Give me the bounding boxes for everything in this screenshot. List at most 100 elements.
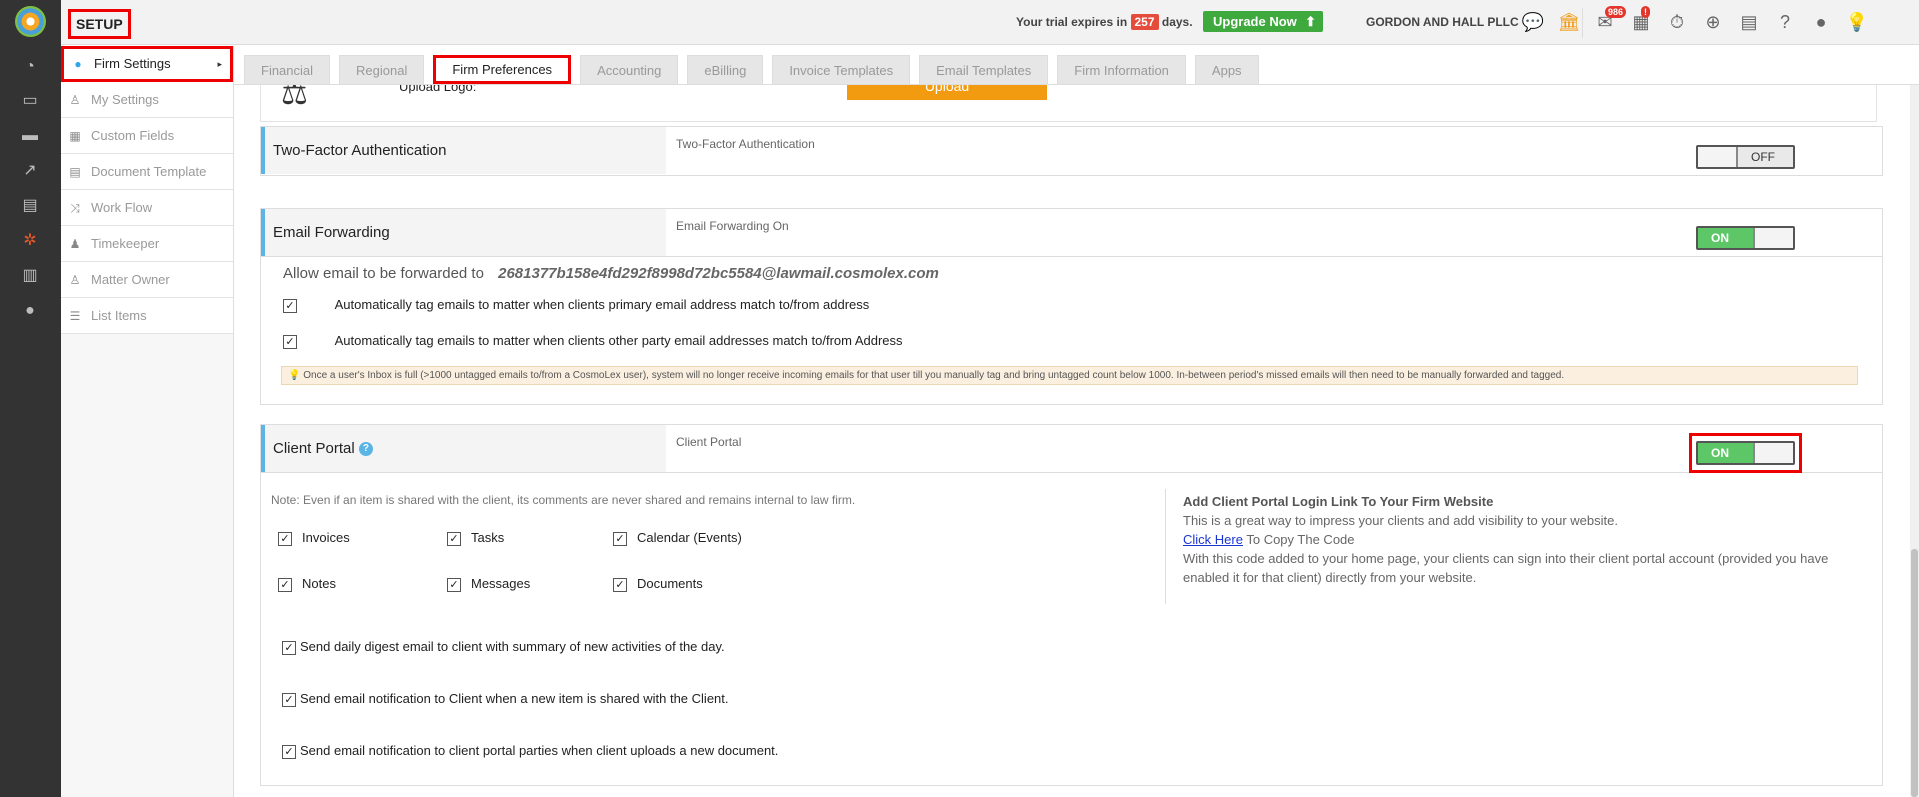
bank-icon[interactable]: 🏛 xyxy=(1555,10,1583,34)
checkbox-calendar[interactable]: ✓ xyxy=(613,531,627,546)
add-circle-icon[interactable]: ⊕ xyxy=(1699,10,1727,34)
two-factor-title: Two-Factor Authentication xyxy=(261,127,666,174)
share-label: Notes xyxy=(302,576,336,591)
portal-link-line2: With this code added to your home page, … xyxy=(1183,551,1829,585)
toggle-knob xyxy=(1698,147,1738,167)
copy-code-link[interactable]: Click Here xyxy=(1183,532,1243,547)
email-forwarding-header: Email Forwarding Email Forwarding On ON xyxy=(261,209,1882,257)
calendar-icon[interactable]: ▦! xyxy=(1627,6,1655,34)
tab-accounting[interactable]: Accounting xyxy=(580,55,679,84)
mail-icon[interactable]: ✉ 986 xyxy=(1591,6,1627,34)
portal-link-heading: Add Client Portal Login Link To Your Fir… xyxy=(1183,494,1494,509)
document-icon: ▤ xyxy=(69,165,81,179)
checkbox-messages[interactable]: ✓ xyxy=(447,577,461,592)
checkbox-daily-digest[interactable]: ✓ xyxy=(282,640,296,655)
trial-days-badge: 257 xyxy=(1130,14,1159,30)
trial-prefix: Your trial expires in xyxy=(1016,15,1128,29)
sidebar-item-document-template[interactable]: ▤ Document Template xyxy=(61,154,233,190)
tab-firm-information[interactable]: Firm Information xyxy=(1057,55,1186,84)
folder-icon[interactable]: ▭ xyxy=(20,91,40,111)
upload-button[interactable]: Upload xyxy=(847,85,1047,100)
copy-code-suffix: To Copy The Code xyxy=(1242,532,1355,547)
sidebar-item-label: Matter Owner xyxy=(91,272,170,287)
calendar-alert-badge: ! xyxy=(1641,6,1650,18)
lightbulb-icon[interactable]: 💡 xyxy=(1843,10,1871,34)
tab-invoice-templates[interactable]: Invoice Templates xyxy=(772,55,911,84)
option-label: Send email notification to Client when a… xyxy=(300,691,729,706)
sidebar-item-list-items[interactable]: ☰ List Items xyxy=(61,298,233,334)
shuffle-icon: ⤨ xyxy=(70,201,80,215)
upgrade-label: Upgrade Now xyxy=(1213,14,1297,29)
checkbox-tasks[interactable]: ✓ xyxy=(447,531,461,546)
tab-email-templates[interactable]: Email Templates xyxy=(919,55,1049,84)
gears-icon[interactable]: ✲ xyxy=(20,231,40,251)
checkbox-other-party-email[interactable]: ✓ xyxy=(283,334,297,349)
two-factor-desc: Two-Factor Authentication xyxy=(676,137,815,151)
highlight-box xyxy=(1689,433,1802,473)
firm-preferences-content: ⚖ Upload Logo: Upload Two-Factor Authent… xyxy=(234,85,1919,797)
user-icon[interactable]: ● xyxy=(20,301,40,321)
checkbox-primary-email[interactable]: ✓ xyxy=(283,298,297,313)
option-primary-email: ✓ Automatically tag emails to matter whe… xyxy=(283,297,869,313)
book-icon[interactable]: ▤ xyxy=(20,196,40,216)
client-portal-title: Client Portal xyxy=(273,440,355,457)
scrollbar-thumb[interactable] xyxy=(1911,549,1918,797)
checkbox-notes[interactable]: ✓ xyxy=(278,577,292,592)
help-icon[interactable]: ? xyxy=(358,442,373,457)
forward-label: Allow email to be forwarded to xyxy=(283,265,484,282)
tab-firm-preferences[interactable]: Firm Preferences xyxy=(433,55,572,84)
upgrade-now-button[interactable]: Upgrade Now ⬆ xyxy=(1203,11,1323,32)
chart-line-icon[interactable]: ↗ xyxy=(20,161,40,181)
checkbox-invoices[interactable]: ✓ xyxy=(278,531,292,546)
chat-icon[interactable]: 💬 xyxy=(1519,10,1547,34)
sidebar-item-firm-settings[interactable]: ● Firm Settings ▸ xyxy=(61,46,233,82)
share-label: Tasks xyxy=(471,530,505,545)
option-upload-notify: ✓ Send email notification to client porta… xyxy=(282,743,778,759)
header-icons: 💬 🏛 ✉ 986 ▦! ⏱ ⊕ ▤ ? ● 💡 xyxy=(1519,6,1871,36)
upload-logo-label: Upload Logo: xyxy=(399,85,477,94)
checkbox-upload-notify[interactable]: ✓ xyxy=(282,744,296,759)
share-label: Calendar (Events) xyxy=(637,530,742,545)
option-label: Send email notification to client portal… xyxy=(300,743,779,758)
column-divider xyxy=(1165,489,1166,604)
sidebar-item-label: Firm Settings xyxy=(94,56,171,71)
sidebar-item-my-settings[interactable]: ♙ My Settings xyxy=(61,82,233,118)
user-icon: ♙ xyxy=(69,273,81,287)
sidebar-item-timekeeper[interactable]: ♟ Timekeeper xyxy=(61,226,233,262)
sidebar-item-matter-owner[interactable]: ♙ Matter Owner xyxy=(61,262,233,298)
share-notes: ✓ Notes xyxy=(278,576,336,592)
grid-icon: ▦ xyxy=(69,129,81,143)
dashboard-icon[interactable]: ◔ xyxy=(20,57,40,77)
two-factor-toggle[interactable]: OFF xyxy=(1696,145,1795,169)
help-icon[interactable]: ? xyxy=(1771,10,1799,34)
tab-financial[interactable]: Financial xyxy=(244,55,331,84)
portal-link-row: Click Here To Copy The Code xyxy=(1183,530,1873,549)
app-leftbar: ◔ ▭ ▬ ↗ ▤ ✲ ▥ ● xyxy=(0,0,61,797)
tab-apps[interactable]: Apps xyxy=(1194,55,1259,84)
checkbox-documents[interactable]: ✓ xyxy=(613,577,627,592)
sidebar-item-label: Work Flow xyxy=(91,200,153,215)
portal-link-info: Add Client Portal Login Link To Your Fir… xyxy=(1183,492,1873,587)
sidebar-item-custom-fields[interactable]: ▦ Custom Fields xyxy=(61,118,233,154)
share-label: Messages xyxy=(471,576,531,591)
toggle-knob xyxy=(1753,228,1793,248)
caret-right-icon: ▸ xyxy=(217,59,222,69)
sidebar-item-work-flow[interactable]: ⤨ Work Flow xyxy=(61,190,233,226)
forward-address-line: Allow email to be forwarded to 2681377b1… xyxy=(283,265,939,282)
checkbox-item-shared-notify[interactable]: ✓ xyxy=(282,692,296,707)
sidebar-item-label: Timekeeper xyxy=(91,236,160,251)
laptop-icon[interactable]: ▬ xyxy=(20,126,40,146)
stopwatch-icon[interactable]: ⏱ xyxy=(1663,10,1691,34)
upload-logo-row: ⚖ Upload Logo: Upload xyxy=(260,85,1877,122)
app-logo[interactable] xyxy=(15,6,46,37)
lightbulb-icon: 💡 xyxy=(288,370,301,381)
share-documents: ✓ Documents xyxy=(613,576,703,592)
film-icon[interactable]: ▤ xyxy=(1735,10,1763,34)
tab-ebilling[interactable]: eBilling xyxy=(687,55,764,84)
share-messages: ✓ Messages xyxy=(447,576,530,592)
sidebar-item-label: My Settings xyxy=(91,92,159,107)
bar-chart-icon[interactable]: ▥ xyxy=(20,266,40,286)
tab-regional[interactable]: Regional xyxy=(339,55,425,84)
email-forwarding-toggle[interactable]: ON xyxy=(1696,226,1795,250)
user-profile-icon[interactable]: ● xyxy=(1807,10,1835,34)
